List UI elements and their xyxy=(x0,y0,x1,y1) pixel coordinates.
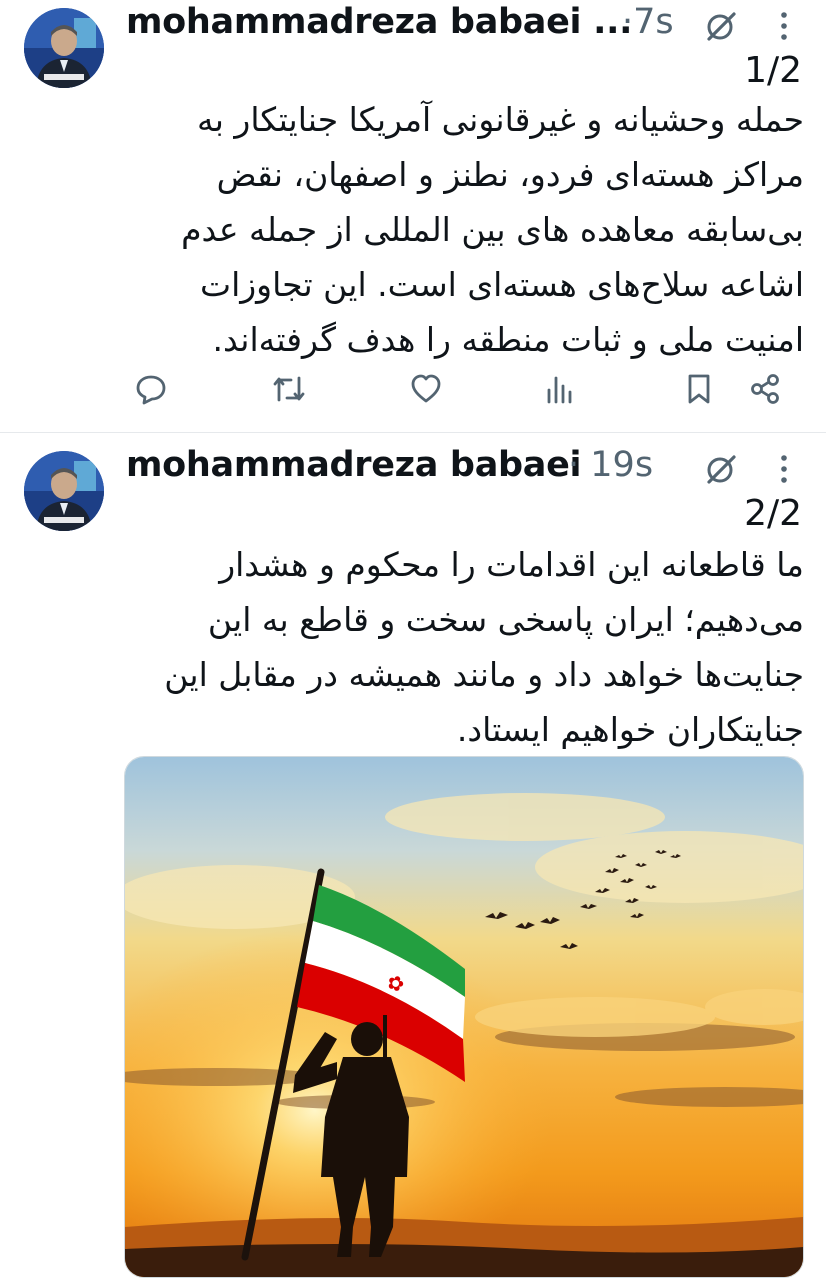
repost-icon[interactable] xyxy=(264,364,314,414)
tweet-text: حمله وحشیانه و غیرقانونی آمریکا جنایتکار… xyxy=(170,100,804,359)
sunset-soldier-flag-illustration: ✿ xyxy=(125,757,803,1277)
meta-separator: · xyxy=(622,2,634,42)
author-name[interactable]: mohammadreza babaei ... xyxy=(126,2,632,42)
like-icon[interactable] xyxy=(401,364,451,414)
thread-counter: 1/2 xyxy=(744,50,802,91)
author-name[interactable]: mohammadreza babaei xyxy=(126,445,582,485)
action-bar xyxy=(126,364,796,414)
grok-icon[interactable] xyxy=(703,451,739,491)
post-time[interactable]: · 19s xyxy=(568,445,653,485)
views-icon[interactable] xyxy=(534,364,584,414)
post-time[interactable]: ·7s xyxy=(622,2,674,42)
more-options-icon[interactable] xyxy=(776,451,792,491)
tweet-image[interactable]: ✿ xyxy=(124,756,804,1278)
avatar[interactable] xyxy=(24,451,104,531)
grok-icon[interactable] xyxy=(703,8,739,48)
reply-icon[interactable] xyxy=(126,364,176,414)
thread-counter: 2/2 xyxy=(744,493,802,534)
avatar[interactable] xyxy=(24,8,104,88)
tweet-1[interactable]: mohammadreza babaei ... ·7s 1/2 حمله وحش… xyxy=(0,0,826,433)
share-icon[interactable] xyxy=(740,364,790,414)
bookmark-icon[interactable] xyxy=(674,364,724,414)
meta-separator: · xyxy=(568,445,580,485)
time-label: 7s xyxy=(633,2,674,42)
time-label: 19s xyxy=(590,445,654,485)
more-options-icon[interactable] xyxy=(776,8,792,48)
tweet-text: ما قاطعانه این اقدامات را محکوم و هشدار … xyxy=(153,545,804,749)
